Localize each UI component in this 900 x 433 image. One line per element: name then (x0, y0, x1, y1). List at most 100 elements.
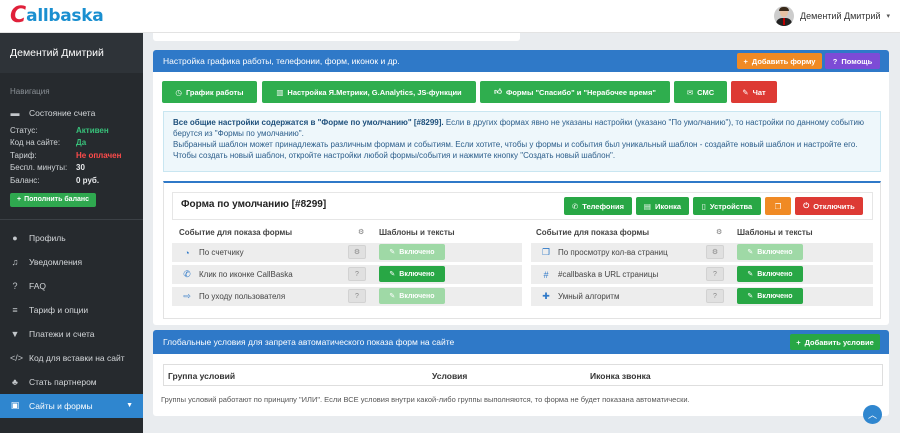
status-badge: Активен (76, 125, 109, 135)
wallet-icon: ▬ (10, 108, 20, 118)
counter-icon: ◔ (184, 247, 190, 258)
settings-icon[interactable]: ⚙ (348, 245, 366, 259)
help-icon[interactable]: ? (706, 267, 724, 281)
image-icon: ▤ (643, 201, 651, 211)
pages-icon: ❐ (541, 247, 551, 257)
info-bold-text: Все общие настройки содержатся в "Форме … (173, 118, 444, 127)
default-form-card: Форма по умолчанию [#8299] ✆ Телефония ▤ И… (163, 181, 881, 319)
chevron-down-icon: ▾ (886, 13, 890, 20)
scroll-to-top-button[interactable]: ︿ (863, 405, 882, 424)
sidebar-item-notifications[interactable]: ♫ Уведомления (0, 250, 143, 274)
sidebar-item-profile[interactable]: ● Профиль (0, 226, 143, 250)
chat-icon: ✎ (742, 87, 749, 97)
mobile-icon: ▯ (701, 201, 706, 211)
topup-balance-button[interactable]: + Пополнить баланс (10, 192, 96, 207)
copy-button[interactable]: ❐ (765, 197, 791, 215)
chevron-down-icon: ▼ (126, 402, 133, 409)
user-icon: ● (12, 232, 18, 243)
enabled-button[interactable]: ✎ Включено (379, 288, 445, 304)
global-panel-title: Глобальные условия для запрета автоматич… (163, 337, 455, 347)
wrench-icon: ✎ (389, 271, 396, 278)
avatar (774, 6, 795, 26)
wrench-icon: ✎ (747, 271, 754, 278)
settings-icon[interactable]: ⚙ (706, 245, 724, 259)
hash-icon: # (543, 269, 549, 280)
global-conditions-panel: Глобальные условия для запрета автоматич… (153, 330, 889, 416)
conditions-note: Группы условий работают по принципу "ИЛИ… (161, 395, 690, 404)
tab-sms[interactable]: ✉ СМС (674, 81, 727, 103)
tab-analytics[interactable]: ▥ Настройка Я.Метрики, G.Analytics, JS-фу… (262, 81, 476, 103)
sidebar-user-name: Дементий Дмитрий (0, 33, 143, 73)
code-icon: </> (10, 352, 24, 363)
exit-icon: ⇨ (183, 291, 191, 301)
logo-text: allbaska (26, 6, 104, 26)
sidebar-item-faq[interactable]: ? FAQ (0, 274, 143, 298)
column-header: Группа условий (168, 371, 236, 381)
power-icon: ⏻ (803, 201, 810, 210)
help-button[interactable]: ? Помощь (825, 53, 880, 69)
list-item: ⇨ По уходу пользователя (172, 287, 522, 306)
info-text-line2: Выбранный шаблон может принадлежать разл… (173, 140, 858, 160)
sidebar-item-account-state[interactable]: ▬ Состояние счета (0, 104, 143, 122)
icon-button[interactable]: ▤ Иконка (636, 197, 689, 215)
list-item: ✚ Умный алгоритм (531, 287, 873, 306)
nav-title: Навигация (10, 87, 50, 96)
user-menu[interactable]: Дементий Дмитрий ▾ (774, 6, 890, 26)
tab-schedule[interactable]: ◷ График работы (162, 81, 257, 103)
col-templates-right: Шаблоны и тексты (737, 228, 813, 237)
enabled-button[interactable]: ✎ Включено (737, 288, 803, 304)
col-templates-left: Шаблоны и тексты (379, 228, 455, 237)
sitemap-icon: ▣ (10, 400, 20, 410)
tab-thanks-forms[interactable]: 👍︎ Формы "Спасибо" и "Нерабочее время" (480, 81, 670, 103)
question-icon: ? (12, 280, 18, 291)
list-icon: ≡ (12, 304, 18, 315)
add-condition-button[interactable]: + Добавить условие (790, 334, 880, 350)
help-icon[interactable]: ? (706, 289, 724, 303)
sidebar-item-payments[interactable]: ▼ Платежи и счета (0, 322, 143, 346)
settings-panel-title: Настройка графика работы, телефонии, фор… (163, 56, 400, 66)
enabled-button[interactable]: ✎ Включено (737, 244, 803, 260)
wrench-icon: ✎ (389, 293, 396, 300)
help-icon[interactable]: ? (348, 267, 366, 281)
chart-icon: ▥ (276, 87, 284, 97)
devices-button[interactable]: ▯ Устройства (693, 197, 761, 215)
stat-code: Код на сайте: Да (10, 138, 87, 148)
list-item: # #callbaska в URL страницы (531, 265, 873, 284)
logo-letter: C (10, 3, 27, 28)
sidebar-item-sites-forms[interactable]: ▣ Сайты и формы ▼ (0, 393, 143, 418)
col-event-right: Событие для показа формы (536, 228, 650, 237)
top-bar: Callbaska Дементий Дмитрий ▾ (0, 0, 900, 33)
divider (0, 218, 143, 220)
sidebar-item-code[interactable]: </> Код для вставки на сайт (0, 346, 143, 370)
conditions-table-header: Группа условий Условия Иконка звонка (163, 364, 883, 386)
settings-panel-header: Настройка графика работы, телефонии, фор… (153, 50, 889, 72)
list-item: ❐ По просмотру кол-ва страниц (531, 243, 873, 262)
phone-icon: ✆ (571, 201, 579, 211)
enabled-button[interactable]: ✎ Включено (379, 266, 445, 282)
clock-icon: ◷ (175, 87, 182, 97)
column-header: Условия (432, 371, 468, 381)
disable-button[interactable]: ⏻ Отключить (795, 197, 863, 215)
tab-chat[interactable]: ✎ Чат (731, 81, 777, 103)
enabled-button[interactable]: ✎ Включено (379, 244, 445, 260)
list-item: ✆ Клик по иконке CallBaska (172, 265, 522, 284)
telephony-button[interactable]: ✆ Телефония (564, 197, 632, 215)
col-event-left: Событие для показа формы (179, 228, 293, 237)
form-title: Форма по умолчанию [#8299] (181, 199, 327, 210)
sidebar-item-label: Состояние счета (29, 108, 96, 118)
bell-icon: ♫ (11, 256, 19, 267)
stat-free-minutes: Беспл. минуты: 30 (10, 163, 85, 173)
thumbs-up-icon: 👍︎ (494, 87, 502, 96)
column-header: Иконка звонка (590, 371, 651, 381)
copy-icon: ❐ (774, 201, 782, 211)
enabled-button[interactable]: ✎ Включено (737, 266, 803, 282)
plus-icon: + (16, 196, 22, 203)
wrench-icon: ✎ (389, 249, 396, 256)
sidebar-item-tariff[interactable]: ≡ Тариф и опции (0, 298, 143, 322)
help-icon[interactable]: ? (348, 289, 366, 303)
sidebar-item-partner[interactable]: ♣ Стать партнером (0, 370, 143, 394)
add-form-button[interactable]: + Добавить форму (737, 53, 822, 69)
sidebar: Дементий Дмитрий Навигация ▬ Состояние с… (0, 33, 143, 433)
stat-status: Статус: Активен (10, 125, 109, 135)
callbaska-logo[interactable]: Callbaska (10, 3, 104, 28)
